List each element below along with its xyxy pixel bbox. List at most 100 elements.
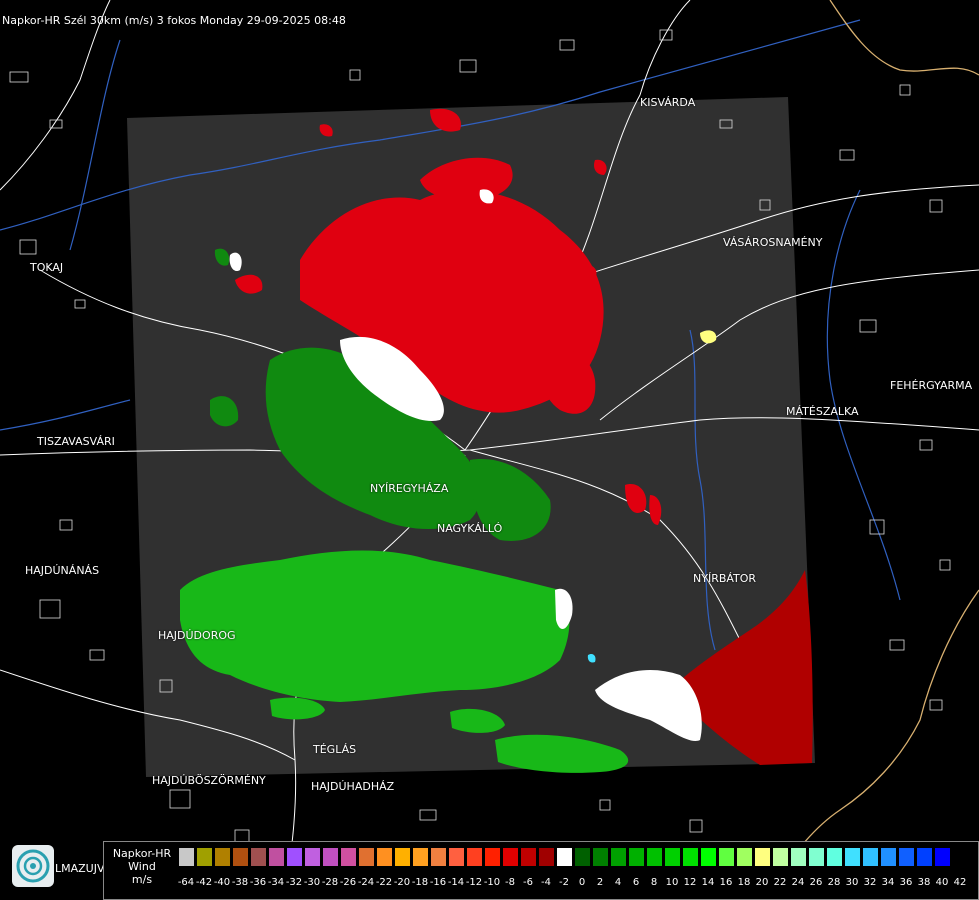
legend-tick-label: 34 [881,877,895,888]
city-label-kisvarda: KISVÁRDA [640,96,696,109]
legend-swatch [574,847,591,867]
legend-title: Napkor-HR Wind m/s [108,847,176,886]
legend-tick-label: 6 [632,877,640,888]
legend-swatch [682,847,699,867]
city-label-nagykallo: NAGYKÁLLÓ [437,522,503,535]
legend-swatch [790,847,807,867]
legend-tick-label: -32 [285,877,303,888]
legend-swatch [538,847,555,867]
city-label-hajduboszormeny: HAJDÚBÖSZÖRMÉNY [152,774,266,787]
city-label-nyirbator: NYÍRBÁTOR [693,572,757,585]
legend-swatch [178,847,195,867]
legend-swatch [484,847,501,867]
legend-line-3: m/s [131,873,153,886]
city-label-tokaj: TOKAJ [30,261,64,274]
legend-swatch [340,847,357,867]
legend-tick-label: 42 [953,877,967,888]
legend-swatch [448,847,465,867]
legend-swatch [610,847,627,867]
city-label-hajdudorog: HAJDÚDOROG [158,629,236,642]
legend-swatch [304,847,321,867]
radar-map: Napkor-HR Szél 30km (m/s) 3 fokos Monday… [0,0,979,900]
legend-tick-label: -18 [411,877,429,888]
legend-tick-label: 26 [809,877,823,888]
city-label-fehergyarmat: FEHÉRGYARMA [890,379,973,392]
legend-tick-label: -26 [339,877,357,888]
legend-swatch [322,847,339,867]
legend-tick-label: -42 [195,877,213,888]
legend-tick-label: 36 [899,877,913,888]
legend-tick-label: -30 [303,877,321,888]
legend-tick-label: -38 [231,877,249,888]
legend-tick-label: 30 [845,877,859,888]
legend-swatch [286,847,303,867]
legend-swatch [376,847,393,867]
legend-tick-label: -6 [523,877,533,888]
legend-tick-label: 32 [863,877,877,888]
city-label-hajduhadhaz: HAJDÚHADHÁZ [311,780,395,793]
city-label-nyiregyhaza: NYÍREGYHÁZA [370,482,449,495]
map-title: Napkor-HR Szél 30km (m/s) 3 fokos Monday… [2,14,346,27]
legend-tick-label: -12 [465,877,483,888]
legend-swatch [502,847,519,867]
legend-tick-label: 38 [917,877,931,888]
legend-tick-label: -64 [177,877,195,888]
legend-line-2: Wind [128,860,156,873]
legend-tick-label: -28 [321,877,339,888]
legend-tick-label: 12 [683,877,697,888]
legend-swatch [358,847,375,867]
legend-swatch [826,847,843,867]
legend-swatch [196,847,213,867]
legend-tick-label: 24 [791,877,805,888]
legend-tick-label: 16 [719,877,733,888]
city-label-mateszalka: MÁTÉSZALKA [786,405,859,418]
legend-swatch [898,847,915,867]
legend-tick-label: -4 [541,877,551,888]
legend-swatch [916,847,933,867]
legend-swatch [556,847,573,867]
legend-swatch [250,847,267,867]
legend-swatch [880,847,897,867]
legend-swatch [862,847,879,867]
legend-swatch [430,847,447,867]
legend-tick-label: -20 [393,877,411,888]
legend-tick-label: 20 [755,877,769,888]
map-canvas [0,0,979,900]
logo-icon [12,845,54,887]
city-label-tiszavasvari: TISZAVASVÁRI [37,435,115,448]
legend-tick-label: -2 [559,877,569,888]
legend-tick-label: 40 [935,877,949,888]
legend-swatch [844,847,861,867]
legend-swatch [754,847,771,867]
legend-swatch [700,847,717,867]
legend-tick-label: -40 [213,877,231,888]
legend-tick-label: -34 [267,877,285,888]
legend-swatch [934,847,951,867]
legend-swatch [466,847,483,867]
legend-swatch [520,847,537,867]
legend-swatch [772,847,789,867]
legend-tick-label: -36 [249,877,267,888]
legend-swatch [646,847,663,867]
legend-swatch [718,847,735,867]
legend-swatch [592,847,609,867]
city-label-teglas: TÉGLÁS [313,743,357,756]
legend-swatch [232,847,249,867]
legend-swatch [664,847,681,867]
legend-tick-label: -8 [505,877,515,888]
legend-swatch [394,847,411,867]
legend-swatch [808,847,825,867]
legend-tick-label: 18 [737,877,751,888]
legend-swatch [214,847,231,867]
legend-swatch [412,847,429,867]
legend-tick-label: 14 [701,877,715,888]
city-label-hajdunanas: HAJDÚNÁNÁS [25,564,100,577]
legend-tick-label: -16 [429,877,447,888]
legend-swatch [628,847,645,867]
legend-tick-label: -10 [483,877,501,888]
legend-tick-label: 0 [578,877,586,888]
legend-line-1: Napkor-HR [112,847,172,860]
legend-tick-label: 10 [665,877,679,888]
legend-tick-label: 4 [614,877,622,888]
legend-swatch [268,847,285,867]
